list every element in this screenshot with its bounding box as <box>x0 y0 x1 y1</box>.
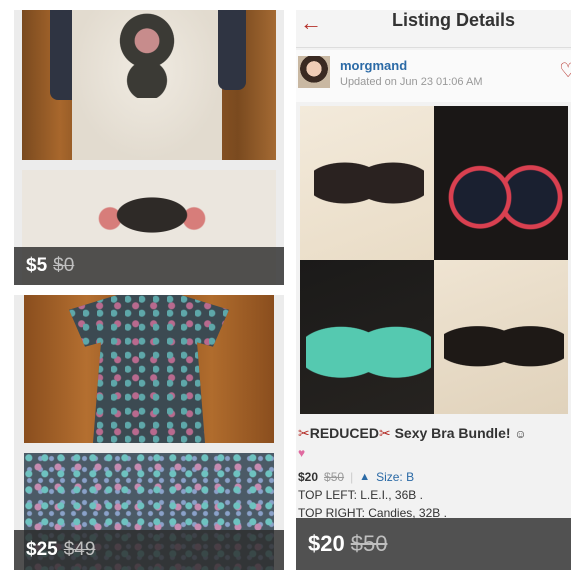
listing-meta: $20 $50 | ▲ Size: B <box>298 470 414 484</box>
shirt-photo-main <box>22 10 276 160</box>
listing-title-prefix: REDUCED <box>309 425 379 441</box>
price-bar: $5 $0 <box>14 247 284 285</box>
heart-emoji-icon: ♥ <box>298 446 306 460</box>
original-price: $50 <box>350 531 388 556</box>
scissors-icon: ✂ <box>378 425 391 441</box>
seller-row: morgmand Updated on Jun 23 01:06 AM ♡ <box>296 50 571 102</box>
listing-title-main: Sexy Bra Bundle! <box>394 425 511 441</box>
photo-top-right <box>434 106 568 260</box>
original-price: $0 <box>53 255 75 276</box>
price: $20 <box>308 531 345 556</box>
updated-timestamp: Updated on Jun 23 01:06 AM <box>340 76 483 88</box>
photo-bottom-right <box>434 260 568 414</box>
listing-header: ← Listing Details <box>296 10 571 48</box>
heart-icon[interactable]: ♡ <box>559 58 571 83</box>
listing-card-dress[interactable]: $25 $49 <box>14 295 284 570</box>
shirt-icon: ▲ <box>359 471 371 483</box>
photo-bottom-left <box>300 260 434 414</box>
listing-price: $20 <box>298 470 319 484</box>
page-title: Listing Details <box>392 10 516 30</box>
seller-username[interactable]: morgmand <box>340 58 407 73</box>
listing-details-card[interactable]: ← Listing Details morgmand Updated on Ju… <box>296 10 571 570</box>
listing-photo-collage[interactable] <box>300 106 568 414</box>
avatar[interactable] <box>298 56 330 88</box>
description-line: TOP LEFT: L.E.I., 36B . <box>298 488 423 502</box>
photo-top-left <box>300 106 434 260</box>
back-arrow-icon[interactable]: ← <box>300 12 322 34</box>
size-label[interactable]: Size: B <box>376 470 414 484</box>
dress-photo-main <box>24 295 274 443</box>
wink-emoji-icon: ☺ <box>514 427 527 441</box>
scissors-icon: ✂ <box>298 425 310 441</box>
listing-title: ✂REDUCED✂ Sexy Bra Bundle! ☺ ♥ <box>298 424 568 462</box>
divider: | <box>350 470 354 484</box>
price: $25 <box>26 539 58 560</box>
price: $5 <box>26 255 48 276</box>
listing-card-shirt[interactable]: $5 $0 <box>14 10 284 285</box>
listing-original-price: $50 <box>324 470 345 484</box>
price-bar: $20 $50 <box>296 518 571 570</box>
original-price: $49 <box>63 539 96 560</box>
price-bar: $25 $49 <box>14 530 284 570</box>
